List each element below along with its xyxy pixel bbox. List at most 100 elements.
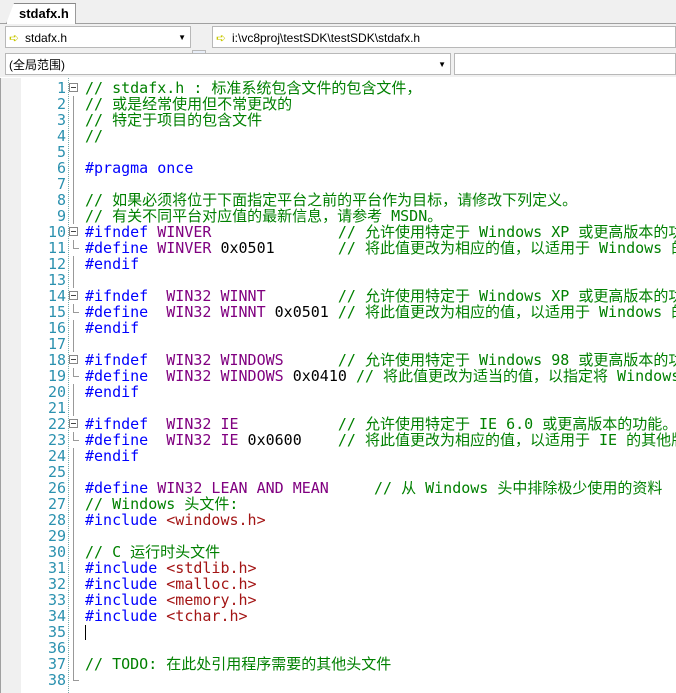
code-token: // 将此值更改为相应的值，以适用于 IE 的其他版本。 (337, 432, 676, 448)
line-number: 25 (47, 463, 66, 481)
code-line[interactable]: 35 (0, 624, 676, 640)
code-line[interactable]: 32 #include <malloc.h> (0, 576, 676, 592)
code-line[interactable]: 33 #include <memory.h> (0, 592, 676, 608)
code-line[interactable]: 24 #endif (0, 448, 676, 464)
code-text: #define _WIN32_WINDOWS 0x0410 // 将此值更改为适… (85, 368, 676, 384)
fold-line (73, 176, 74, 192)
line-number: 34 (47, 607, 66, 625)
line-number: 19 (47, 367, 66, 385)
file-combo-value: stdafx.h (25, 31, 68, 45)
line-number: 38 (47, 671, 66, 689)
code-line[interactable]: 2 // 或是经常使用但不常更改的 (0, 96, 676, 112)
code-line[interactable]: 31 #include <stdlib.h> (0, 560, 676, 576)
member-combo[interactable] (454, 53, 676, 75)
code-line[interactable]: 10 #ifndef WINVER // 允许使用特定于 Windows XP 或… (0, 224, 676, 240)
code-editor[interactable]: 1 // stdafx.h : 标准系统包含文件的包含文件， 2 // 或是经常使用但… (0, 78, 676, 693)
fold-line (73, 240, 79, 249)
code-line[interactable]: 7 (0, 176, 676, 192)
code-token: WINVER (157, 224, 212, 240)
fold-line (73, 432, 79, 441)
code-line[interactable]: 22 #ifndef _WIN32_IE // 允许使用特定于 IE 6.0 或更… (0, 416, 676, 432)
line-number: 18 (47, 351, 66, 369)
code-text: // C 运行时头文件 (85, 544, 676, 560)
line-number: 23 (47, 431, 66, 449)
code-token: // 如果必须将位于下面指定平台之前的平台作为目标，请修改下列定义。 (85, 192, 578, 208)
code-line[interactable]: 14 #ifndef _WIN32_WINNT // 允许使用特定于 Window… (0, 288, 676, 304)
fold-line (73, 608, 74, 624)
code-text: // 如果必须将位于下面指定平台之前的平台作为目标，请修改下列定义。 (85, 192, 676, 208)
code-line[interactable]: 17 (0, 336, 676, 352)
file-combo[interactable]: ➪ stdafx.h ▼ (5, 26, 191, 48)
code-line[interactable]: 18 #ifndef _WIN32_WINDOWS // 允许使用特定于 Wind… (0, 352, 676, 368)
fold-collapse-icon[interactable] (69, 83, 78, 92)
fold-line (73, 192, 74, 208)
code-line[interactable]: 9 // 有关不同平台对应值的最新信息，请参考 MSDN。 (0, 208, 676, 224)
scope-combo[interactable]: (全局范围) ▼ (5, 53, 451, 75)
code-line[interactable]: 30 // C 运行时头文件 (0, 544, 676, 560)
code-line[interactable]: 1 // stdafx.h : 标准系统包含文件的包含文件， (0, 80, 676, 96)
code-token: #endif (85, 256, 140, 272)
code-line[interactable]: 25 (0, 464, 676, 480)
code-line[interactable]: 28 #include <windows.h> (0, 512, 676, 528)
code-line[interactable]: 27 // Windows 头文件: (0, 496, 676, 512)
code-line[interactable]: 11 #define WINVER 0x0501 // 将此值更改为相应的值，以适… (0, 240, 676, 256)
code-line[interactable]: 37 // TODO: 在此处引用程序需要的其他头文件 (0, 656, 676, 672)
chevron-down-icon: ▼ (178, 33, 186, 42)
code-line[interactable]: 12 #endif (0, 256, 676, 272)
fold-line (73, 624, 74, 640)
code-token: // C 运行时头文件 (85, 544, 221, 560)
fold-collapse-icon[interactable] (69, 227, 78, 236)
fold-line (73, 528, 74, 544)
fold-line (73, 656, 74, 672)
code-token: #include (85, 592, 167, 608)
line-number: 12 (47, 255, 66, 273)
code-token: <windows.h> (166, 512, 266, 528)
code-token: // 将此值更改为相应的值，以适用于 Windows 的其他版本。 (337, 240, 676, 256)
code-text: #include <memory.h> (85, 592, 676, 608)
code-token: 0x0410 (283, 368, 356, 384)
code-line[interactable]: 19 #define _WIN32_WINDOWS 0x0410 // 将此值更改… (0, 368, 676, 384)
fold-collapse-icon[interactable] (69, 419, 78, 428)
code-line[interactable]: 6 #pragma once (0, 160, 676, 176)
code-token: // 将此值更改为相应的值，以适用于 Windows 的其他版本。 (337, 304, 676, 320)
code-line[interactable]: 23 #define _WIN32_IE 0x0600 // 将此值更改为相应的值… (0, 432, 676, 448)
code-line[interactable]: 16 #endif (0, 320, 676, 336)
path-field[interactable]: ➪ i:\vc8proj\testSDK\testSDK\stdafx.h (212, 26, 676, 48)
code-line[interactable]: 15 #define _WIN32_WINNT 0x0501 // 将此值更改为相… (0, 304, 676, 320)
code-line[interactable]: 4 // (0, 128, 676, 144)
code-line[interactable]: 5 (0, 144, 676, 160)
line-number: 8 (56, 191, 66, 209)
code-line[interactable]: 26 #define WIN32_LEAN_AND_MEAN // 从 Windo… (0, 480, 676, 496)
code-line[interactable]: 8 // 如果必须将位于下面指定平台之前的平台作为目标，请修改下列定义。 (0, 192, 676, 208)
line-number: 30 (47, 543, 66, 561)
fold-collapse-icon[interactable] (69, 355, 78, 364)
line-number: 33 (47, 591, 66, 609)
code-line[interactable]: 36 (0, 640, 676, 656)
code-token: _WIN32_WINNT (157, 304, 266, 320)
line-number: 28 (47, 511, 66, 529)
fold-line (73, 256, 74, 272)
line-number: 31 (47, 559, 66, 577)
code-token: #ifndef (85, 224, 158, 240)
tab-stdafx-h[interactable]: stdafx.h (6, 3, 76, 24)
code-token: <stdlib.h> (166, 560, 257, 576)
arrow-icon: ➪ (216, 31, 227, 45)
fold-line (73, 96, 74, 112)
line-number: 22 (47, 415, 66, 433)
code-line[interactable]: 20 #endif (0, 384, 676, 400)
line-number: 32 (47, 575, 66, 593)
code-line[interactable]: 38 (0, 672, 676, 688)
fold-line (73, 464, 74, 480)
code-line[interactable]: 3 // 特定于项目的包含文件 (0, 112, 676, 128)
code-line[interactable]: 29 (0, 528, 676, 544)
code-token: // 允许使用特定于 Windows XP 或更高版本的功能。 (337, 224, 676, 240)
line-number: 1 (56, 79, 66, 97)
fold-line (73, 496, 74, 512)
fold-collapse-icon[interactable] (69, 291, 78, 300)
fold-line (73, 336, 74, 352)
code-line[interactable]: 21 (0, 400, 676, 416)
code-line[interactable]: 13 (0, 272, 676, 288)
code-line[interactable]: 34 #include <tchar.h> (0, 608, 676, 624)
code-token: _WIN32_WINNT (157, 288, 266, 304)
